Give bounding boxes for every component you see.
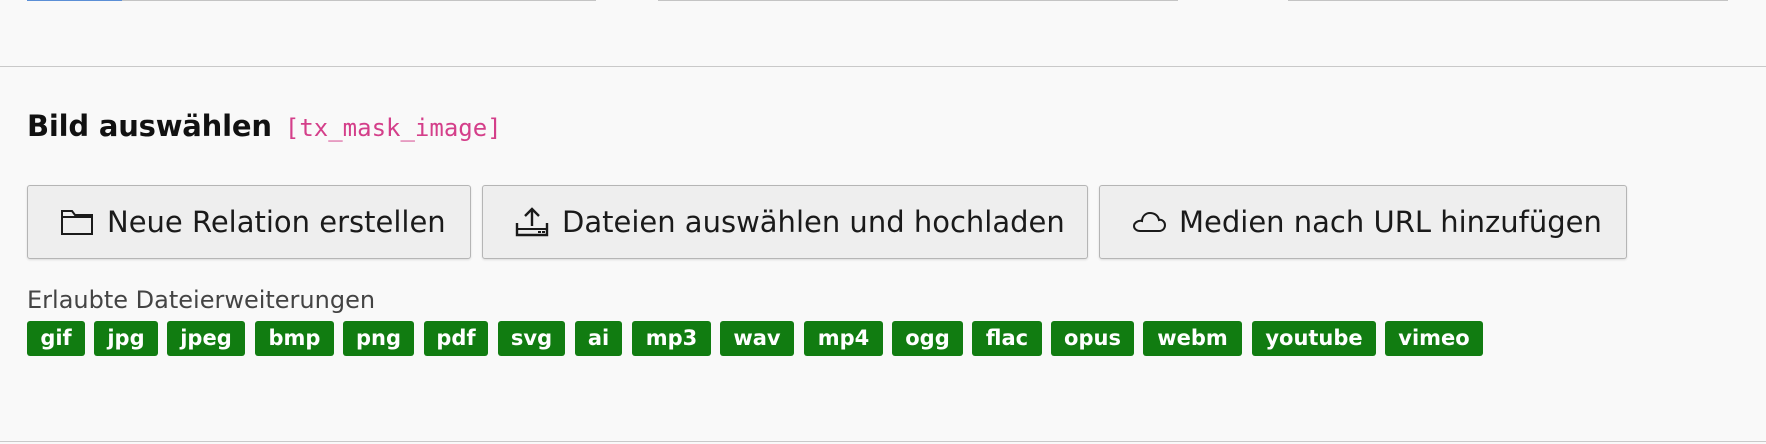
extension-badge: gif xyxy=(27,321,85,356)
upload-icon xyxy=(514,204,550,240)
extension-badge: mp3 xyxy=(632,321,711,356)
extension-badge: flac xyxy=(972,321,1042,356)
extension-badge: png xyxy=(343,321,414,356)
upload-files-button[interactable]: Dateien auswählen und hochladen xyxy=(482,185,1088,259)
extension-badge: mp4 xyxy=(804,321,883,356)
cloud-icon xyxy=(1131,204,1167,240)
section-divider-top xyxy=(0,66,1766,67)
add-media-url-label: Medien nach URL hinzufügen xyxy=(1179,205,1602,239)
extension-badge: bmp xyxy=(255,321,334,356)
extension-badge: opus xyxy=(1051,321,1134,356)
extension-badge: jpeg xyxy=(167,321,245,356)
upload-files-label: Dateien auswählen und hochladen xyxy=(562,205,1065,239)
previous-fields-bottom xyxy=(0,0,1766,2)
field-underline xyxy=(1288,0,1728,1)
extension-badge: vimeo xyxy=(1385,321,1483,356)
extension-badge: youtube xyxy=(1252,321,1376,356)
extension-badge: ai xyxy=(575,321,622,356)
folder-icon xyxy=(59,204,95,240)
new-relation-button[interactable]: Neue Relation erstellen xyxy=(27,185,471,259)
extension-badge: wav xyxy=(720,321,794,356)
section-divider-bottom xyxy=(0,441,1766,442)
extension-badge: ogg xyxy=(892,321,963,356)
extension-badge: svg xyxy=(498,321,565,356)
field-underline xyxy=(658,0,1178,1)
field-underline-active xyxy=(27,0,122,1)
extension-badge: pdf xyxy=(424,321,488,356)
allowed-extensions-label: Erlaubte Dateierweiterungen xyxy=(27,286,376,314)
field-code-name: [tx_mask_image] xyxy=(284,114,502,142)
field-underline xyxy=(122,0,596,1)
extension-badge: jpg xyxy=(94,321,158,356)
extension-badge: webm xyxy=(1143,321,1242,356)
add-media-url-button[interactable]: Medien nach URL hinzufügen xyxy=(1099,185,1627,259)
field-label: Bild auswählen xyxy=(27,109,272,143)
field-title: Bild auswählen [tx_mask_image] xyxy=(27,108,502,149)
new-relation-label: Neue Relation erstellen xyxy=(107,205,446,239)
